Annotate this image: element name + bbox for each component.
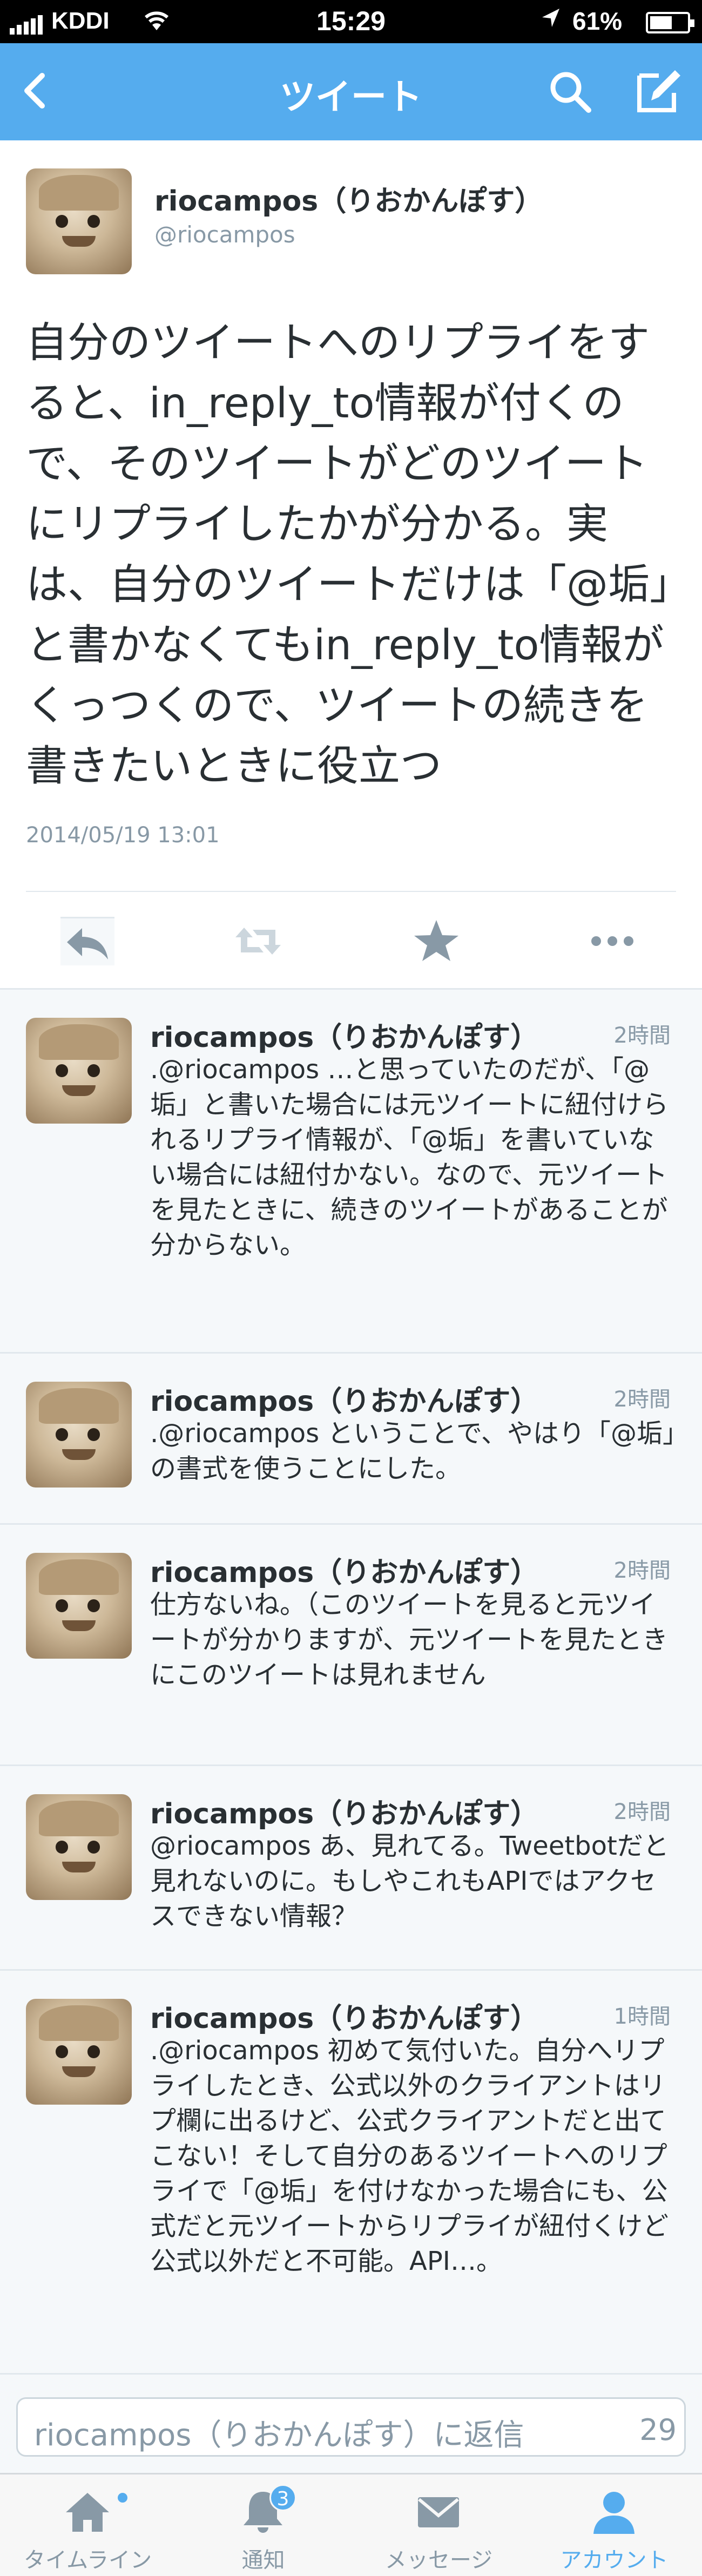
reply-time: 2時間 <box>613 1387 671 1412</box>
new-content-dot <box>118 2493 127 2503</box>
reply-author-name[interactable]: riocampos（りおかんぽす） <box>150 1015 538 1055</box>
avatar[interactable] <box>26 1018 132 1124</box>
tab-messages[interactable]: メッセージ <box>351 2474 526 2576</box>
reply-button[interactable] <box>60 917 114 965</box>
battery-percent: 61% <box>572 7 623 35</box>
avatar[interactable] <box>26 168 132 274</box>
search-icon <box>550 72 591 113</box>
tab-account[interactable]: アカウント <box>526 2474 702 2576</box>
tweet-text: 自分のツイートへのリプライをすると、in_reply_to情報が付くので、そのツ… <box>26 319 671 790</box>
list-item[interactable]: riocampos（りおかんぽす） 2時間 仕方ないね。（このツイートを見ると元… <box>0 1523 702 1764</box>
battery-nub <box>690 19 694 27</box>
nav-bar: ツイート <box>0 43 702 140</box>
reply-text: .@riocampos …と思っていたのだが、「@垢」と書いた場合には元ツイート… <box>150 1054 669 1260</box>
avatar[interactable] <box>26 1794 132 1900</box>
tab-label: 通知 <box>241 2548 285 2573</box>
tab-notifications[interactable]: 3 通知 <box>176 2474 351 2576</box>
reply-author-name[interactable]: riocampos（りおかんぽす） <box>150 1996 538 2036</box>
reply-text: 仕方ないね。（このツイートを見ると元ツイートが分かりますが、元ツイートを見たとき… <box>150 1590 669 1690</box>
list-item[interactable]: riocampos（りおかんぽす） 2時間 @riocampos あ、見れてる。… <box>0 1764 702 1969</box>
reply-author-name[interactable]: riocampos（りおかんぽす） <box>150 1378 538 1419</box>
author-name[interactable]: riocampos（りおかんぽす） <box>154 178 543 219</box>
avatar[interactable] <box>26 1999 132 2105</box>
tweet-actions <box>0 892 702 988</box>
compose-button[interactable] <box>632 65 684 117</box>
location-icon <box>540 5 562 38</box>
reply-text: @riocampos あ、見れてる。Tweetbotだと見れないのに。もしやこれ… <box>150 1831 669 1931</box>
char-count: 29 <box>639 2413 677 2447</box>
reply-placeholder: riocampos（りおかんぽす）に返信 <box>34 2418 524 2453</box>
avatar[interactable] <box>26 1382 132 1488</box>
more-icon <box>591 936 633 946</box>
reply-time: 2時間 <box>613 1558 671 1583</box>
tab-label: メッセージ <box>384 2548 493 2573</box>
compose-icon <box>637 70 680 112</box>
tweet-date: 2014/05/19 13:01 <box>26 823 220 848</box>
reply-time: 1時間 <box>613 2004 671 2029</box>
search-button[interactable] <box>545 67 594 116</box>
avatar[interactable] <box>26 1553 132 1659</box>
status-bar: KDDI 15:29 61% <box>0 0 702 43</box>
list-item[interactable]: riocampos（りおかんぽす） 2時間 .@riocampos ということで… <box>0 1352 702 1523</box>
reply-author-name[interactable]: riocampos（りおかんぽす） <box>150 1791 538 1831</box>
main-tweet: riocampos（りおかんぽす） @riocampos 自分のツイートへのリプ… <box>0 140 702 988</box>
retweet-icon <box>235 928 281 955</box>
reply-text: .@riocampos ということで、やはり「@垢」の書式を使うことにした。 <box>150 1418 676 1484</box>
envelope-icon <box>418 2497 459 2527</box>
battery-icon <box>646 12 694 33</box>
star-icon <box>414 920 458 961</box>
favorite-button[interactable] <box>409 917 463 965</box>
tab-label: アカウント <box>560 2548 669 2573</box>
notification-badge: 3 <box>269 2484 296 2511</box>
reply-input[interactable]: riocampos（りおかんぽす）に返信 29 <box>16 2397 686 2457</box>
page-title: ツイート <box>280 76 422 118</box>
person-icon <box>593 2492 634 2534</box>
tab-label: タイムライン <box>23 2548 152 2573</box>
list-item[interactable]: riocampos（りおかんぽす） 2時間 .@riocampos …と思ってい… <box>0 988 702 1352</box>
tab-timeline[interactable]: タイムライン <box>0 2474 176 2576</box>
home-icon <box>66 2493 109 2532</box>
reply-time: 2時間 <box>613 1800 671 1824</box>
tab-bar: タイムライン 3 通知 メッセージ アカウント <box>0 2473 702 2576</box>
battery-fill <box>650 16 672 29</box>
reply-time: 2時間 <box>613 1023 671 1048</box>
reply-text: .@riocampos 初めて気付いた。自分へリプライしたとき、公式以外のクライ… <box>150 2036 669 2276</box>
author-handle[interactable]: @riocampos <box>154 221 295 248</box>
more-button[interactable] <box>585 917 639 965</box>
retweet-button[interactable] <box>231 917 285 965</box>
reply-author-name[interactable]: riocampos（りおかんぽす） <box>150 1550 538 1590</box>
list-item[interactable]: riocampos（りおかんぽす） 1時間 .@riocampos 初めて気付い… <box>0 1969 702 2373</box>
reply-icon <box>67 928 108 959</box>
reply-bar: riocampos（りおかんぽす）に返信 29 <box>0 2373 702 2473</box>
